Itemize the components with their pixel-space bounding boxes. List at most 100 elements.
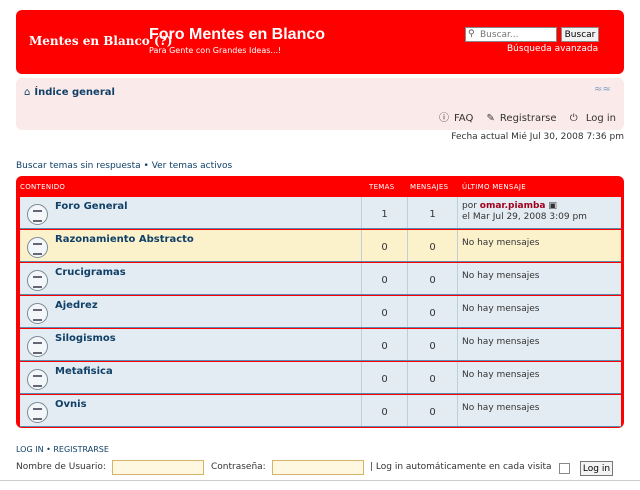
- forum-row[interactable]: Silogismos 0 0 No hay mensajes: [20, 329, 621, 361]
- posts-count: 0: [429, 308, 436, 319]
- posts-count: 0: [429, 242, 436, 253]
- forum-row[interactable]: Razonamiento Abstracto 0 0 No hay mensajes: [20, 230, 621, 262]
- col-header-last-post: ÚLTIMO MENSAJE: [462, 183, 526, 191]
- topics-cell: 0: [361, 230, 407, 261]
- forum-name-link[interactable]: Metafisica: [55, 366, 113, 377]
- power-icon: ⏻: [569, 113, 578, 124]
- faq-icon: ⓘ: [438, 113, 449, 124]
- last-post-cell: No hay mensajes: [457, 230, 621, 261]
- divider: [0, 480, 640, 481]
- index-label: Índice general: [34, 87, 115, 98]
- last-post-cell: No hay mensajes: [457, 362, 621, 393]
- password-field[interactable]: [272, 460, 364, 475]
- col-header-topics: TEMAS: [369, 183, 395, 191]
- forum-row[interactable]: Foro General 1 1 por omar.piamba ▣ el Mar Ju…: [20, 197, 621, 229]
- topics-cell: 1: [361, 197, 407, 228]
- posts-count: 0: [429, 374, 436, 385]
- site-title[interactable]: Foro Mentes en Blanco: [149, 26, 325, 44]
- last-post-text: No hay mensajes: [462, 403, 540, 413]
- posts-count: 0: [429, 341, 436, 352]
- view-latest-icon[interactable]: ▣: [548, 201, 557, 211]
- register-link[interactable]: ✎ Registrarse: [482, 113, 557, 124]
- login-heading[interactable]: LOG IN • REGISTRARSE: [16, 445, 109, 454]
- navbar: ⌂ Índice general ≈≈ ⓘ FAQ ✎ Registrarse ⏻ L…: [16, 78, 624, 130]
- forum-name-link[interactable]: Crucigramas: [55, 267, 126, 278]
- search-input[interactable]: [465, 27, 557, 42]
- forum-name-link[interactable]: Ovnis: [55, 399, 87, 410]
- forum-name-link[interactable]: Ajedrez: [55, 300, 98, 311]
- last-post-text: No hay mensajes: [462, 271, 540, 281]
- user-links: ⓘ FAQ ✎ Registrarse ⏻ Log in: [429, 109, 616, 124]
- posts-cell: 0: [407, 329, 457, 360]
- topics-count: 1: [381, 209, 388, 220]
- forum-read-icon: [27, 303, 48, 324]
- posts-count: 0: [429, 407, 436, 418]
- last-post-cell: No hay mensajes: [457, 329, 621, 360]
- last-post-cell: No hay mensajes: [457, 395, 621, 426]
- topics-cell: 0: [361, 263, 407, 294]
- last-post-info: por omar.piamba ▣ el Mar Jul 29, 2008 3:0…: [462, 201, 587, 222]
- posts-cell: 0: [407, 230, 457, 261]
- username-field[interactable]: [112, 460, 204, 475]
- last-post-cell: No hay mensajes: [457, 263, 621, 294]
- last-post-author[interactable]: omar.piamba: [480, 201, 546, 211]
- topics-count: 0: [381, 308, 388, 319]
- topics-count: 0: [381, 341, 388, 352]
- last-post-text: No hay mensajes: [462, 238, 540, 248]
- topics-cell: 0: [361, 296, 407, 327]
- last-post-text: No hay mensajes: [462, 370, 540, 380]
- search-button[interactable]: Buscar: [561, 27, 599, 42]
- posts-count: 1: [429, 209, 436, 220]
- quick-links[interactable]: Buscar temas sin respuesta • Ver temas a…: [16, 161, 232, 171]
- username-label: Nombre de Usuario:: [16, 462, 106, 472]
- last-post-text: No hay mensajes: [462, 304, 540, 314]
- forum-name-link[interactable]: Silogismos: [55, 333, 116, 344]
- forum-name-link[interactable]: Razonamiento Abstracto: [55, 234, 194, 245]
- site-header: Mentes en Blanco (?) Foro Mentes en Blan…: [16, 10, 624, 74]
- font-size-icon[interactable]: ≈≈: [594, 84, 611, 95]
- posts-cell: 0: [407, 395, 457, 426]
- topics-cell: 0: [361, 395, 407, 426]
- last-post-cell: por omar.piamba ▣ el Mar Jul 29, 2008 3:0…: [457, 197, 621, 228]
- topics-count: 0: [381, 242, 388, 253]
- register-icon: ✎: [486, 113, 495, 124]
- autologin-checkbox[interactable]: [559, 463, 570, 474]
- forum-read-icon: [27, 336, 48, 357]
- advanced-search-link[interactable]: Búsqueda avanzada: [507, 44, 598, 54]
- index-link[interactable]: ⌂ Índice general: [24, 87, 115, 98]
- forum-name-link[interactable]: Foro General: [55, 201, 128, 212]
- col-header-forum: CONTENIDO: [20, 183, 66, 191]
- site-description: Para Gente con Grandes Ideas...!: [149, 46, 282, 55]
- forum-read-icon: [27, 402, 48, 423]
- topics-cell: 0: [361, 329, 407, 360]
- posts-cell: 1: [407, 197, 457, 228]
- topics-count: 0: [381, 407, 388, 418]
- forum-table: CONTENIDO TEMAS MENSAJES ÚLTIMO MENSAJE …: [16, 176, 624, 428]
- faq-link[interactable]: ⓘ FAQ: [434, 113, 473, 124]
- topics-count: 0: [381, 374, 388, 385]
- forum-row[interactable]: Ajedrez 0 0 No hay mensajes: [20, 296, 621, 328]
- current-time: Fecha actual Mié Jul 30, 2008 7:36 pm: [451, 132, 624, 142]
- posts-cell: 0: [407, 263, 457, 294]
- forum-read-icon: [27, 270, 48, 291]
- col-header-posts: MENSAJES: [410, 183, 449, 191]
- search-icon: ⚲: [468, 29, 475, 39]
- posts-cell: 0: [407, 296, 457, 327]
- autologin-label: | Log in automáticamente en cada visita: [370, 462, 552, 472]
- posts-count: 0: [429, 275, 436, 286]
- forum-row[interactable]: Crucigramas 0 0 No hay mensajes: [20, 263, 621, 295]
- home-icon: ⌂: [24, 87, 31, 98]
- posts-cell: 0: [407, 362, 457, 393]
- topics-count: 0: [381, 275, 388, 286]
- topics-cell: 0: [361, 362, 407, 393]
- forum-row[interactable]: Metafisica 0 0 No hay mensajes: [20, 362, 621, 394]
- forum-read-icon: [27, 204, 48, 225]
- last-post-cell: No hay mensajes: [457, 296, 621, 327]
- login-button[interactable]: Log in: [580, 461, 613, 476]
- password-label: Contraseña:: [211, 462, 266, 472]
- login-link[interactable]: ⏻ Log in: [565, 113, 616, 124]
- forum-read-icon: [27, 369, 48, 390]
- last-post-date: el Mar Jul 29, 2008 3:09 pm: [462, 212, 587, 222]
- forum-row[interactable]: Ovnis 0 0 No hay mensajes: [20, 395, 621, 427]
- last-post-text: No hay mensajes: [462, 337, 540, 347]
